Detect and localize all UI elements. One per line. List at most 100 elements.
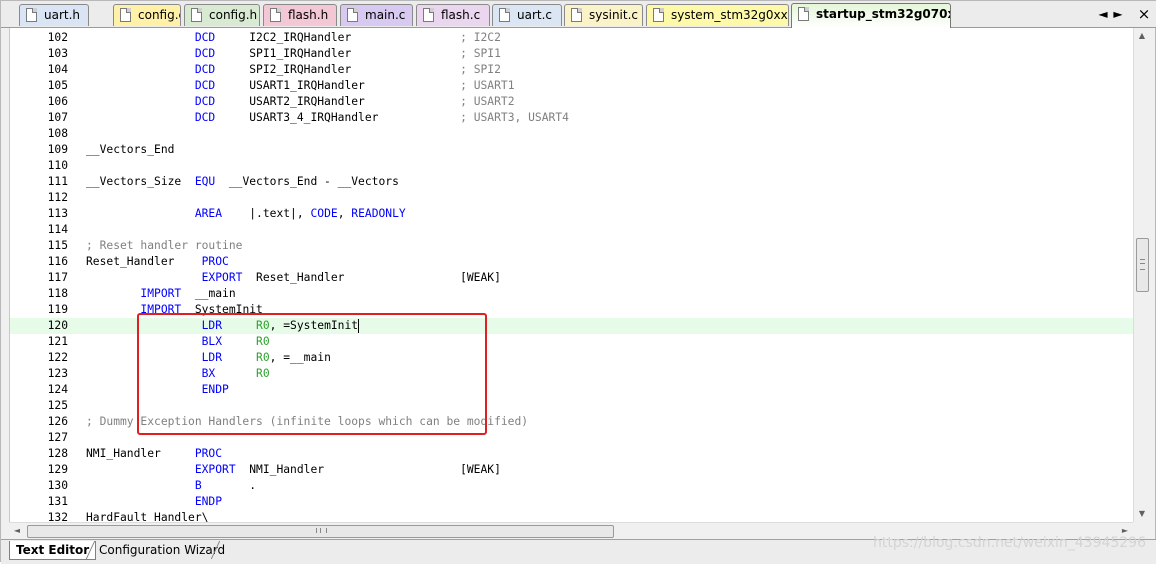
file-tab-label: uart.h [44,8,81,22]
code-line[interactable]: 106 DCD USART2_IRQHandler ; USART2 [10,94,1134,110]
code-line[interactable]: 103 DCD SPI1_IRQHandler ; SPI1 [10,46,1134,62]
tab-configuration-wizard[interactable]: Configuration Wizard [93,541,231,559]
file-icon [653,8,664,22]
file-tab[interactable]: config.h [184,4,260,26]
code-line[interactable]: 104 DCD SPI2_IRQHandler ; SPI2 [10,62,1134,78]
horizontal-scroll-thumb[interactable] [27,525,614,538]
file-tab[interactable]: uart.c [492,4,562,26]
file-tab[interactable]: config.c [113,4,181,26]
line-number: 112 [47,191,68,204]
code-token: USART2_IRQHandler [215,95,461,108]
code-text: ENDP [86,494,222,510]
watermark: https://blog.csdn.net/weixin_43945296 [873,535,1147,551]
code-line[interactable]: 123 BX R0 [10,366,1134,382]
file-tab-label: uart.c [517,8,553,22]
code-line[interactable]: 129 EXPORT NMI_Handler [WEAK] [10,462,1134,478]
code-line[interactable]: 125 [10,398,1134,414]
line-number: 114 [47,223,68,236]
file-tab[interactable]: main.c [340,4,413,26]
code-line[interactable]: 112 [10,190,1134,206]
code-line[interactable]: 122 LDR R0, =__main [10,350,1134,366]
file-tab[interactable]: sysinit.c [564,4,643,26]
vertical-scroll-thumb[interactable] [1136,238,1149,292]
code-line[interactable]: 102 DCD I2C2_IRQHandler ; I2C2 [10,30,1134,46]
code-line[interactable]: 118 IMPORT __main [10,286,1134,302]
code-text: DCD SPI1_IRQHandler ; SPI1 [86,46,501,62]
line-number: 122 [47,351,68,364]
file-tab[interactable]: flash.h [263,4,337,26]
close-tab-icon[interactable]: × [1137,6,1151,22]
code-line[interactable]: 124 ENDP [10,382,1134,398]
code-line[interactable]: 108 [10,126,1134,142]
file-tab-label: startup_stm32g070xx.s [816,7,950,21]
code-token: ENDP [194,495,223,508]
code-token: R0 [256,335,270,348]
code-line[interactable]: 110 [10,158,1134,174]
line-number: 106 [47,95,68,108]
scroll-down-icon[interactable]: ▼ [1134,506,1150,522]
code-text: __Vectors_End [86,142,174,158]
tab-scroll-right-icon[interactable]: ► [1111,6,1125,22]
code-token: CODE [310,207,338,220]
code-line[interactable]: 107 DCD USART3_4_IRQHandler ; USART3, US… [10,110,1134,126]
file-icon [26,8,37,22]
file-tab[interactable]: system_stm32g0xx.c [646,4,789,26]
code-line[interactable]: 105 DCD USART1_IRQHandler ; USART1 [10,78,1134,94]
code-text: ENDP [86,382,229,398]
code-text: DCD SPI2_IRQHandler ; SPI2 [86,62,501,78]
file-tab[interactable]: startup_stm32g070xx.s [791,3,951,28]
code-text: IMPORT __main [86,286,235,302]
code-text: AREA |.text|, CODE, READONLY [86,206,406,222]
code-text: BX R0 [86,366,270,382]
file-tab-bar: ◄ ► × uart.h config.c config.h flash.h main.… [1,1,1156,28]
code-line[interactable]: 126 ; Dummy Exception Handlers (infinite … [10,414,1134,430]
code-line[interactable]: 121 BLX R0 [10,334,1134,350]
code-line[interactable]: 117 EXPORT Reset_Handler [WEAK] [10,270,1134,286]
tab-text-editor[interactable]: Text Editor [9,541,97,560]
file-tab-label: flash.c [441,8,481,22]
grip-icon [1140,259,1145,270]
code-line[interactable]: 116 Reset_Handler PROC [10,254,1134,270]
code-token: AREA [194,207,223,220]
code-line[interactable]: 113 AREA |.text|, CODE, READONLY [10,206,1134,222]
code-line[interactable]: 115 ; Reset handler routine [10,238,1134,254]
scroll-up-icon[interactable]: ▲ [1134,28,1150,44]
code-token: ; SPI2 [460,63,501,76]
code-token: , [337,207,352,220]
code-token: , =__main [269,351,331,364]
code-line[interactable]: 120 LDR R0, =SystemInit [10,318,1134,334]
code-token: SPI2_IRQHandler [215,63,461,76]
tab-scroll-left-icon[interactable]: ◄ [1096,6,1110,22]
code-line[interactable]: 127 [10,430,1134,446]
code-line[interactable]: 131 ENDP [10,494,1134,510]
vertical-scrollbar[interactable]: ▲ ▼ [1133,28,1150,524]
code-editor[interactable]: 102 DCD I2C2_IRQHandler ; I2C2 103 DCD SP… [9,28,1134,524]
code-token: __Vectors_Size [86,175,195,188]
code-line[interactable]: 128 NMI_Handler PROC [10,446,1134,462]
code-token: EXPORT [201,271,243,284]
code-line[interactable]: 119 IMPORT SystemInit [10,302,1134,318]
code-token: DCD [194,111,216,124]
code-line[interactable]: 109 __Vectors_End [10,142,1134,158]
scroll-left-icon[interactable]: ◄ [9,523,25,539]
code-line[interactable]: 130 B . [10,478,1134,494]
line-number: 115 [47,239,68,252]
code-text: DCD USART2_IRQHandler ; USART2 [86,94,515,110]
code-token: USART3_4_IRQHandler [215,111,461,124]
file-tab[interactable]: uart.h [19,4,89,26]
file-tab[interactable]: flash.c [416,4,490,26]
code-token: . [201,479,257,492]
line-number: 119 [47,303,68,316]
code-line[interactable]: 114 [10,222,1134,238]
code-line[interactable]: 111 __Vectors_Size EQU __Vectors_End - __… [10,174,1134,190]
